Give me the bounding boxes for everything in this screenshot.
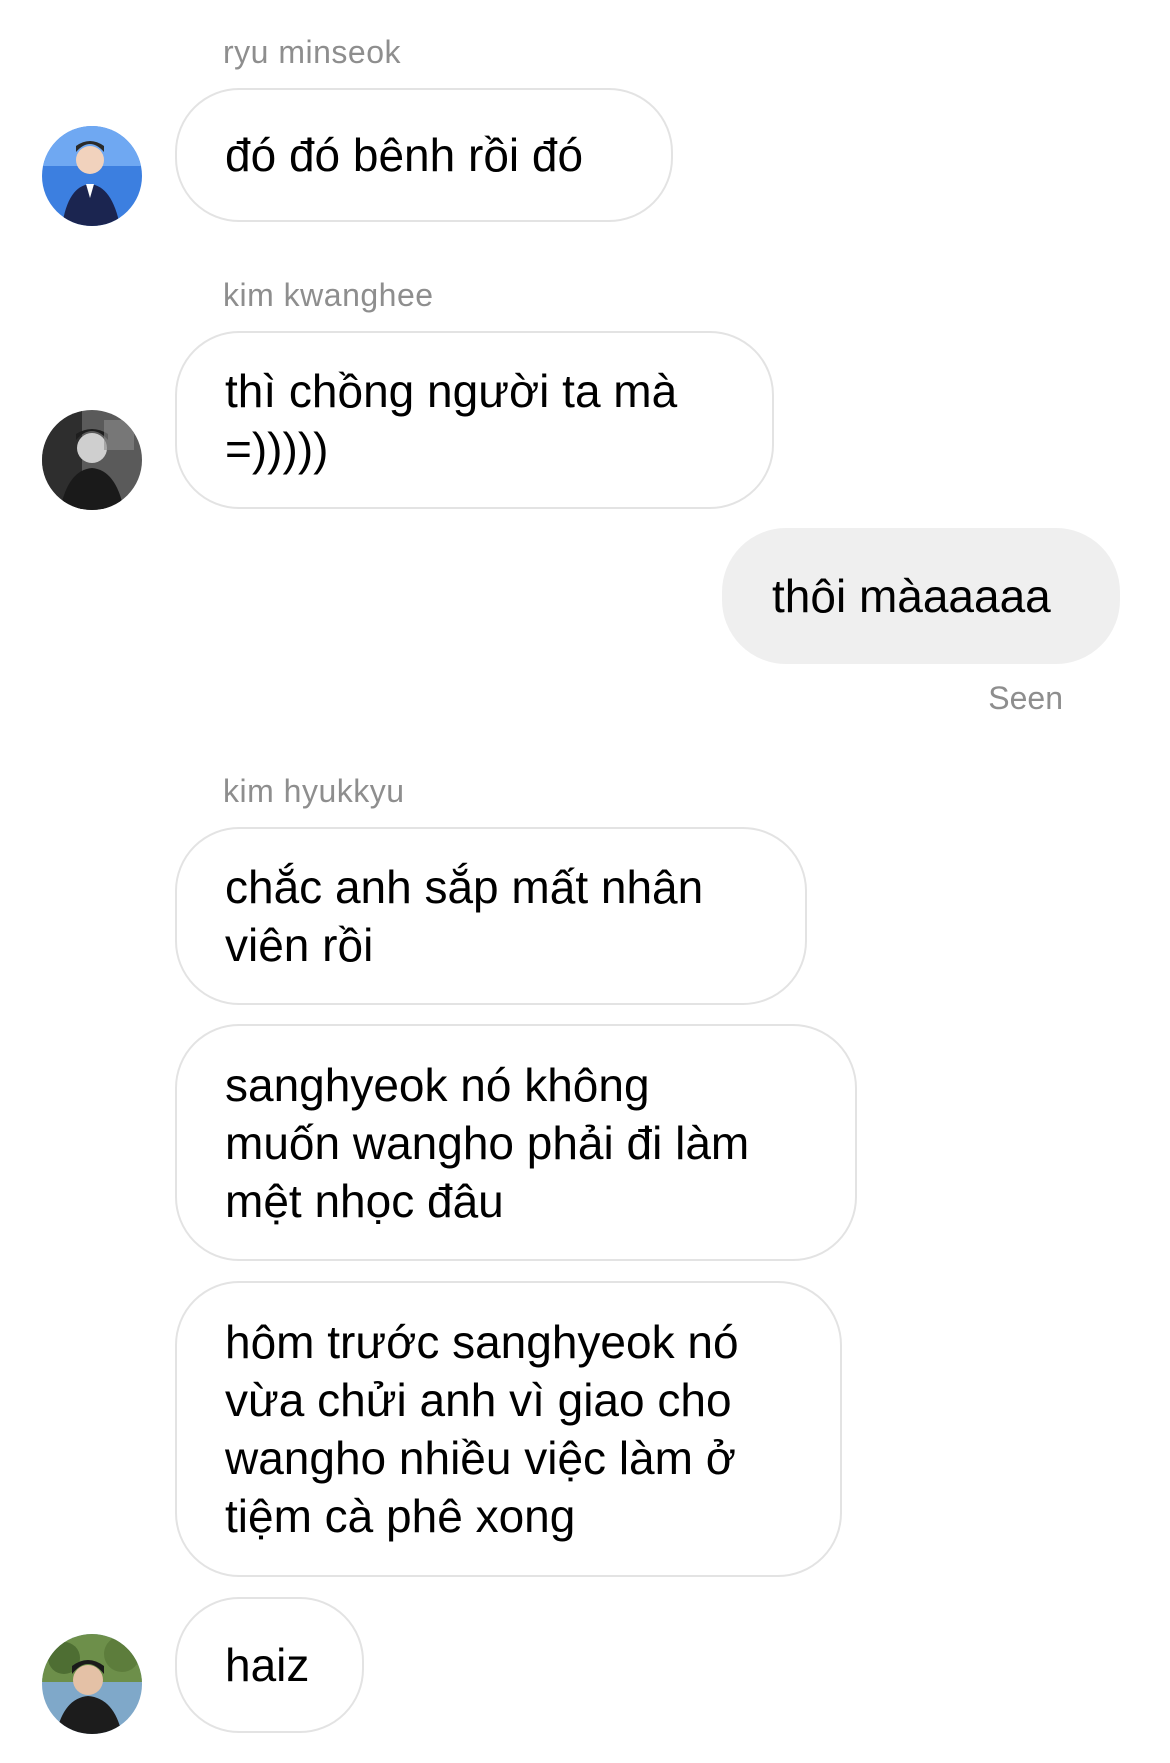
message-bubble[interactable]: sanghyeok nó không muốn wangho phải đi l… [175, 1024, 857, 1261]
sender-name-kim-hyukkyu: kim hyukkyu [223, 773, 405, 809]
message-bubble[interactable]: chắc anh sắp mất nhân viên rồi [175, 827, 807, 1005]
message-bubble[interactable]: haiz [175, 1597, 364, 1733]
sender-name-kim-kwanghee: kim kwanghee [223, 277, 434, 313]
avatar-ryu-minseok[interactable] [42, 126, 142, 226]
seen-status: Seen [988, 680, 1063, 716]
avatar-photo-icon [42, 410, 142, 510]
avatar-kim-hyukkyu[interactable] [42, 1634, 142, 1734]
message-bubble[interactable]: thì chồng người ta mà =))))) [175, 331, 774, 509]
avatar-kim-kwanghee[interactable] [42, 410, 142, 510]
outgoing-message-bubble[interactable]: thôi màaaaaa [722, 528, 1120, 664]
message-bubble[interactable]: hôm trước sanghyeok nó vừa chửi anh vì g… [175, 1281, 842, 1577]
message-bubble[interactable]: đó đó bênh rồi đó [175, 88, 673, 222]
avatar-photo-icon [42, 126, 142, 226]
sender-name-ryu-minseok: ryu minseok [223, 34, 401, 70]
avatar-photo-icon [42, 1634, 142, 1734]
